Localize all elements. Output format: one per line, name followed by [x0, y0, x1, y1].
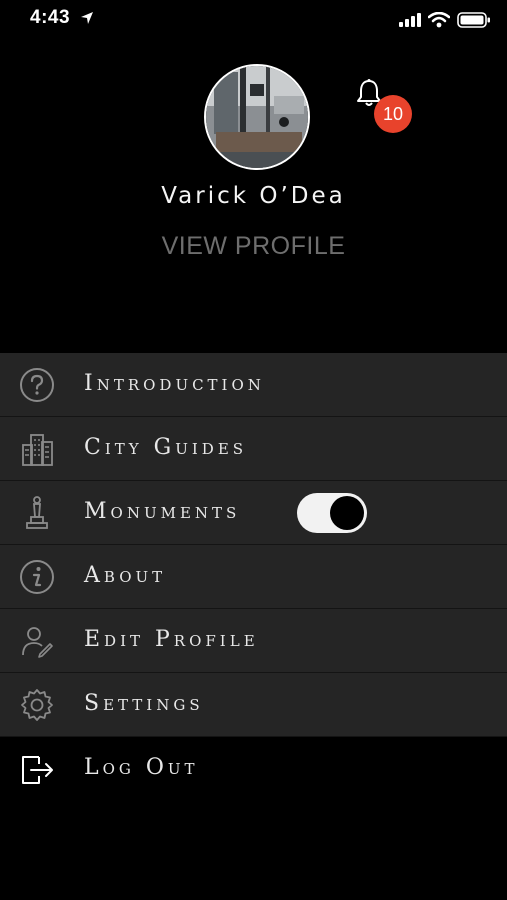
info-circle-icon [20, 560, 54, 594]
monuments-toggle[interactable] [297, 493, 367, 533]
wifi-icon [428, 12, 450, 28]
cellular-signal-icon [399, 13, 421, 27]
menu-label-edit-profile: Edit Profile [84, 627, 259, 652]
menu-item-about[interactable]: About [0, 545, 507, 609]
menu-label-log-out: Log Out [84, 755, 199, 780]
monument-icon [26, 496, 48, 529]
question-circle-icon [20, 368, 54, 402]
menu-label-about: About [84, 563, 167, 588]
side-menu: Introduction City Guides Monuments About [0, 353, 507, 800]
menu-label-settings: Settings [84, 691, 204, 716]
avatar[interactable] [204, 64, 310, 170]
status-time: 4:43 [30, 7, 71, 28]
menu-item-introduction[interactable]: Introduction [0, 353, 507, 417]
notification-count-badge[interactable]: 10 [374, 95, 412, 133]
menu-item-log-out[interactable]: Log Out [0, 737, 507, 800]
view-profile-link[interactable]: VIEW PROFILE [0, 232, 507, 261]
gear-icon [21, 689, 53, 721]
user-name: Varick O’Dea [161, 183, 346, 209]
menu-label-introduction: Introduction [84, 371, 265, 396]
menu-item-city-guides[interactable]: City Guides [0, 417, 507, 481]
toggle-knob [330, 496, 364, 530]
menu-item-settings[interactable]: Settings [0, 673, 507, 737]
menu-label-monuments: Monuments [84, 499, 241, 524]
battery-icon [457, 12, 490, 28]
menu-item-monuments[interactable]: Monuments [0, 481, 507, 545]
status-bar: 4:43 [0, 0, 507, 40]
city-buildings-icon [22, 434, 53, 466]
menu-item-edit-profile[interactable]: Edit Profile [0, 609, 507, 673]
location-arrow-icon [81, 12, 93, 24]
avatar-photo [206, 66, 308, 168]
logout-icon [22, 756, 53, 784]
menu-label-city-guides: City Guides [84, 435, 248, 460]
user-edit-icon [22, 627, 53, 658]
